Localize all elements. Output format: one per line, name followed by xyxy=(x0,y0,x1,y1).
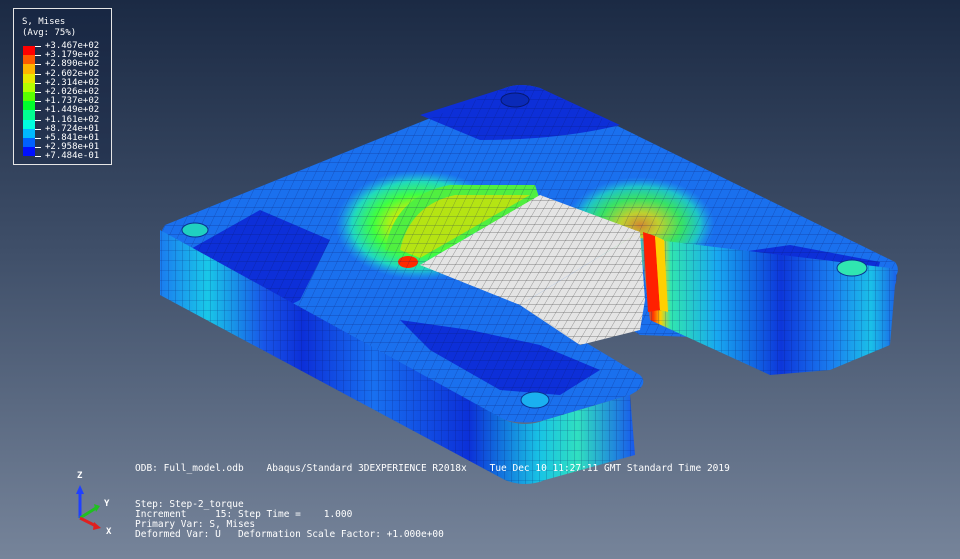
legend-swatch xyxy=(23,73,35,83)
legend-swatch xyxy=(23,138,35,148)
legend-tick xyxy=(35,73,41,75)
legend-swatch xyxy=(23,147,35,157)
legend-tick xyxy=(35,64,41,66)
legend-swatch xyxy=(23,64,35,74)
odb-info-line: ODB: Full_model.odb Abaqus/Standard 3DEX… xyxy=(135,463,730,474)
legend-swatch xyxy=(23,92,35,102)
legend-tick xyxy=(35,101,41,103)
axis-triad: Z Y X xyxy=(68,470,118,540)
legend-subtitle: (Avg: 75%) xyxy=(22,28,77,38)
legend-tick xyxy=(35,119,41,121)
fe-model xyxy=(160,85,898,484)
legend-swatch xyxy=(23,128,35,138)
triad-z-label: Z xyxy=(77,471,83,481)
legend-tick xyxy=(35,147,41,149)
legend-swatch xyxy=(23,55,35,65)
legend-tick xyxy=(35,110,41,112)
legend-swatch xyxy=(23,46,35,56)
deformed-var-line: Deformed Var: U Deformation Scale Factor… xyxy=(135,529,444,540)
legend-swatch xyxy=(23,110,35,120)
triad-y-label: Y xyxy=(104,499,110,509)
legend-tick xyxy=(35,138,41,139)
legend-tick xyxy=(35,156,41,158)
model-viewport[interactable] xyxy=(0,0,960,559)
legend-value: +7.484e-01 xyxy=(45,151,100,162)
triad-x-label: X xyxy=(106,527,112,537)
legend-tick xyxy=(35,55,41,57)
legend-swatch xyxy=(23,119,35,129)
legend-swatch xyxy=(23,82,35,92)
legend-tick xyxy=(35,82,41,84)
legend-tick xyxy=(35,128,41,130)
stress-legend: S, Mises (Avg: 75%) +3.467e+02 +3.179e+02… xyxy=(13,8,112,165)
legend-tick xyxy=(35,46,41,47)
legend-swatch xyxy=(23,101,35,111)
legend-title: S, Mises xyxy=(22,17,66,27)
legend-tick xyxy=(35,92,41,93)
